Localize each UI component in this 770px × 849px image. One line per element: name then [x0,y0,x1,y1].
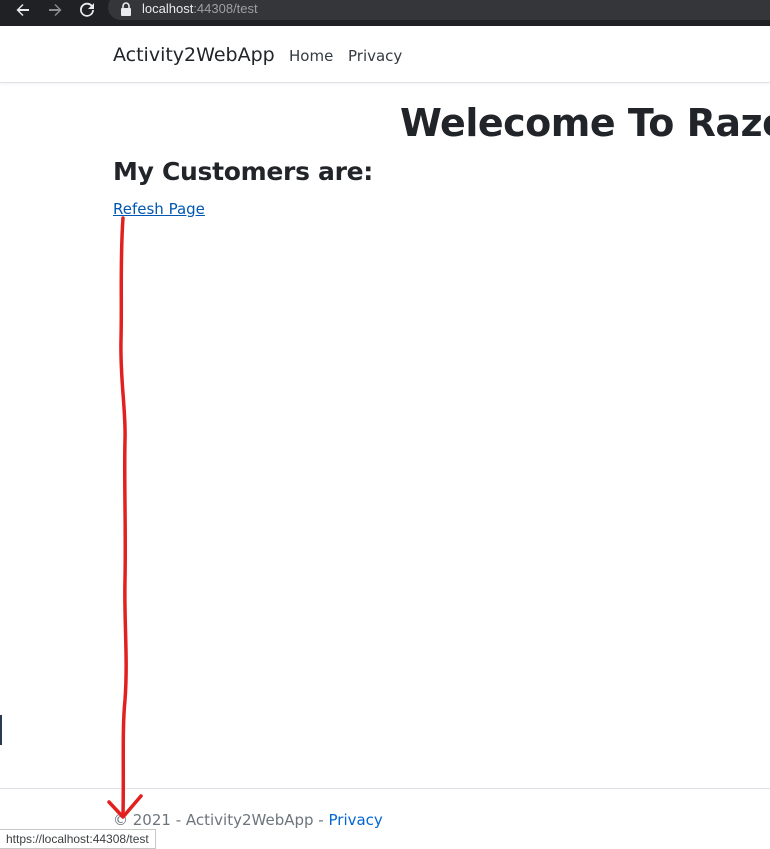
footer-text: © 2021 - Activity2WebApp - Privacy [113,811,383,829]
window-edge [0,715,2,745]
browser-toolbar: localhost:44308/test [0,0,770,26]
url-path: :44308/test [193,1,258,16]
nav-link-home[interactable]: Home [289,47,333,65]
status-bar-url: https://localhost:44308/test [0,829,156,849]
back-arrow-icon[interactable] [13,0,33,20]
navbar-brand[interactable]: Activity2WebApp [113,44,275,66]
site-navbar: Activity2WebApp Home Privacy [0,26,770,83]
lock-icon [120,1,132,16]
forward-arrow-icon[interactable] [45,0,65,20]
refresh-page-link[interactable]: Refesh Page [113,200,205,218]
page-title: Welecome To Razor [400,101,770,145]
url-host: localhost [142,1,194,16]
customers-heading: My Customers are: [113,157,374,186]
footer-copyright: © 2021 - Activity2WebApp - [113,811,329,829]
reload-icon[interactable] [77,0,97,20]
nav-link-privacy[interactable]: Privacy [348,47,402,65]
address-url[interactable]: localhost:44308/test [142,0,258,18]
footer-privacy-link[interactable]: Privacy [329,811,383,829]
